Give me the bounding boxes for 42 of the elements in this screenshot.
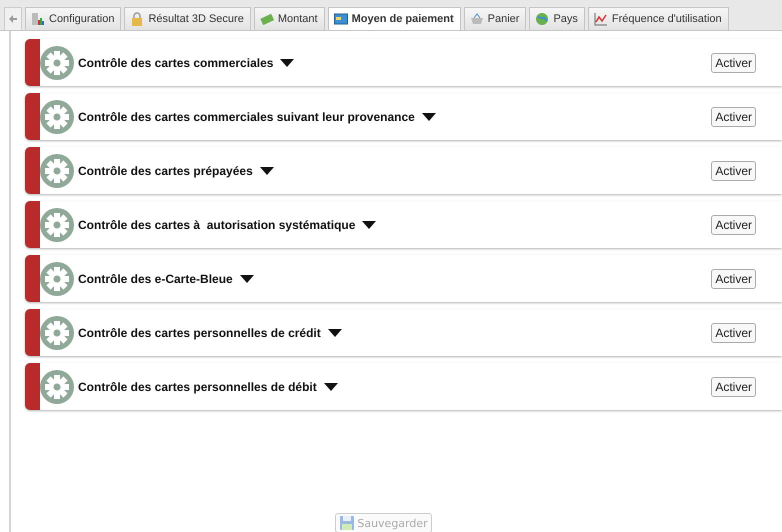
activate-button[interactable]: Activer <box>711 160 756 180</box>
caret-icon[interactable] <box>240 274 254 282</box>
globe-icon <box>535 12 550 26</box>
gear-icon <box>40 100 74 134</box>
tab[interactable]: Pays <box>529 7 585 30</box>
tab[interactable]: Moyen de paiement <box>328 7 461 30</box>
gear-icon <box>40 46 74 80</box>
gear-icon <box>40 370 74 404</box>
caret-icon[interactable] <box>362 220 376 228</box>
tab[interactable]: Fréquence d'utilisation <box>588 7 729 30</box>
rule-title: Contrôle des cartes à autorisation systématique <box>78 218 356 232</box>
bar-chart-icon <box>31 12 45 26</box>
activate-button[interactable]: Activer <box>711 214 756 234</box>
rule-title: Contrôle des cartes commerciales <box>78 56 274 70</box>
caret-icon[interactable] <box>328 328 342 336</box>
activate-button[interactable]: Activer <box>711 376 756 396</box>
gear-icon <box>40 154 74 188</box>
caret-icon[interactable] <box>260 166 274 174</box>
rule-title: Contrôle des cartes commerciales suivant leur provenance <box>78 110 415 124</box>
arrow-icon <box>8 14 18 24</box>
gear-icon <box>40 262 74 296</box>
caret-icon[interactable] <box>422 112 436 120</box>
rule-title: Contrôle des cartes prépayées <box>78 164 253 178</box>
card-icon <box>334 12 348 26</box>
activate-button[interactable]: Activer <box>711 268 756 288</box>
basket-icon <box>470 12 484 26</box>
tab[interactable]: Configuration <box>25 7 122 30</box>
activate-button[interactable]: Activer <box>711 52 756 72</box>
tab[interactable]: Panier <box>464 7 526 30</box>
gear-icon <box>40 316 74 350</box>
padlock-icon <box>130 12 144 26</box>
activate-button[interactable]: Activer <box>711 322 756 342</box>
rule-title: Contrôle des e-Carte-Bleue <box>78 272 233 286</box>
tab[interactable]: Montant <box>254 7 325 30</box>
caret-icon[interactable] <box>280 58 294 66</box>
rule-title: Contrôle des cartes personnelles de débit <box>78 380 317 394</box>
line-chart-icon <box>594 12 608 26</box>
activate-button[interactable]: Activer <box>711 106 756 126</box>
rule-title: Contrôle des cartes personnelles de crédit <box>78 326 321 340</box>
tab[interactable]: Résultat 3D Secure <box>124 7 251 30</box>
caret-icon[interactable] <box>324 382 338 390</box>
gear-icon <box>40 208 74 242</box>
